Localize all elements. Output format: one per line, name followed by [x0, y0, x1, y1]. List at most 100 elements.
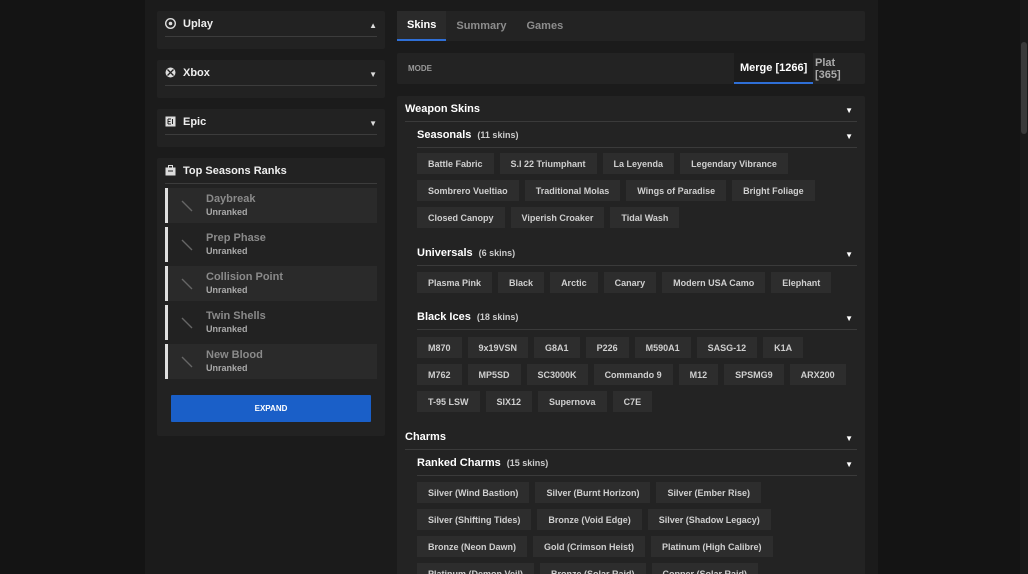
expand-button[interactable]: EXPAND: [171, 395, 371, 422]
skin-chip[interactable]: Plasma Pink: [417, 272, 493, 293]
seasonals-list: Battle Fabric S.I 22 Triumphant La Leyen…: [417, 153, 857, 234]
skin-chip[interactable]: Modern USA Camo: [662, 272, 766, 293]
skin-chip[interactable]: 9x19VSN: [467, 337, 529, 358]
universals-header[interactable]: Universals (6 skins) ▼: [417, 240, 857, 266]
mode-bar: MODE Merge [1266] Plat [365]: [397, 53, 865, 84]
season-rank: Unranked: [206, 206, 248, 217]
section-title: Charms: [405, 430, 446, 443]
charm-chip[interactable]: Silver (Ember Rise): [656, 482, 761, 503]
platform-epic[interactable]: Epic ▼: [157, 109, 385, 147]
platform-name: Uplay: [183, 17, 213, 30]
skin-chip[interactable]: ARX200: [789, 364, 846, 385]
group-title: Universals: [417, 246, 473, 259]
skin-chip[interactable]: Closed Canopy: [417, 207, 505, 228]
group-title: Black Ices: [417, 310, 471, 323]
chevron-down-icon[interactable]: ▼: [845, 132, 853, 141]
charm-chip[interactable]: Bronze (Neon Dawn): [417, 536, 528, 557]
charm-chip[interactable]: Silver (Shadow Legacy): [647, 509, 771, 530]
skin-chip[interactable]: Elephant: [771, 272, 832, 293]
skin-chip[interactable]: M590A1: [634, 337, 691, 358]
ranked-charms-list: Silver (Wind Bastion) Silver (Burnt Hori…: [417, 482, 857, 574]
charm-chip[interactable]: Bronze (Void Edge): [537, 509, 642, 530]
charm-chip[interactable]: Silver (Burnt Horizon): [535, 482, 651, 503]
ranks-icon: [165, 165, 176, 176]
skin-chip[interactable]: Canary: [603, 272, 657, 293]
skin-chip[interactable]: S.I 22 Triumphant: [499, 153, 597, 174]
skin-chip[interactable]: Sombrero Vueltiao: [417, 180, 519, 201]
chevron-up-icon[interactable]: ▲: [369, 21, 377, 30]
skin-chip[interactable]: SC3000K: [526, 364, 588, 385]
chevron-down-icon[interactable]: ▼: [369, 119, 377, 128]
chevron-down-icon[interactable]: ▼: [369, 70, 377, 79]
chevron-down-icon[interactable]: ▼: [845, 314, 853, 323]
season-name: Collision Point: [206, 270, 283, 283]
tab-summary[interactable]: Summary: [446, 11, 516, 41]
skin-chip[interactable]: MP5SD: [467, 364, 521, 385]
group-count: (18 skins): [476, 311, 519, 322]
season-rank: Unranked: [206, 362, 248, 373]
skin-chip[interactable]: Supernova: [538, 391, 607, 412]
skin-chip[interactable]: C7E: [612, 391, 653, 412]
skin-chip[interactable]: P226: [585, 337, 629, 358]
skin-chip[interactable]: K1A: [763, 337, 804, 358]
tab-games[interactable]: Games: [517, 11, 574, 41]
skin-chip[interactable]: SPSMG9: [724, 364, 784, 385]
black-ices-header[interactable]: Black Ices (18 skins) ▼: [417, 304, 857, 330]
skin-chip[interactable]: SASG-12: [696, 337, 758, 358]
skin-chip[interactable]: Battle Fabric: [417, 153, 494, 174]
charm-chip[interactable]: Gold (Crimson Heist): [533, 536, 646, 557]
chevron-down-icon[interactable]: ▼: [845, 460, 853, 469]
charm-chip[interactable]: Silver (Shifting Tides): [417, 509, 532, 530]
skin-chip[interactable]: Traditional Molas: [524, 180, 621, 201]
charm-chip[interactable]: Copper (Solar Raid): [651, 563, 759, 574]
ranked-charms-header[interactable]: Ranked Charms (15 skins) ▼: [417, 450, 857, 476]
skin-chip[interactable]: Black: [498, 272, 545, 293]
skin-chip[interactable]: SIX12: [485, 391, 533, 412]
scrollbar-thumb[interactable]: [1021, 42, 1027, 134]
season-rank: Unranked: [206, 284, 248, 295]
skin-chip[interactable]: Commando 9: [593, 364, 673, 385]
black-ices-list: M870 9x19VSN G8A1 P226 M590A1 SASG-12 K1…: [417, 337, 857, 418]
skin-chip[interactable]: M870: [417, 337, 462, 358]
skin-chip[interactable]: Viperish Croaker: [510, 207, 605, 228]
skins-panel: Weapon Skins ▼ Seasonals (11 skins) ▼ Ba…: [397, 96, 865, 574]
charm-chip[interactable]: Platinum (High Calibre): [651, 536, 773, 557]
skin-chip[interactable]: Bright Foliage: [732, 180, 815, 201]
unranked-icon: [181, 317, 193, 329]
left-column: Uplay ▲ Xbox ▼ Epic ▼ Top Seasons Ranks …: [157, 11, 385, 436]
charm-chip[interactable]: Bronze (Solar Raid): [540, 563, 646, 574]
skin-chip[interactable]: T-95 LSW: [417, 391, 480, 412]
charm-chip[interactable]: Silver (Wind Bastion): [417, 482, 530, 503]
group-count: (11 skins): [477, 129, 519, 140]
tab-bar: Skins Summary Games: [397, 11, 865, 41]
skin-chip[interactable]: Wings of Paradise: [626, 180, 727, 201]
mode-plat-button[interactable]: Plat [365]: [809, 53, 865, 84]
top-seasons-ranks-panel: Top Seasons Ranks Daybreak Unranked Prep …: [157, 158, 385, 436]
skin-chip[interactable]: M12: [678, 364, 719, 385]
skin-chip[interactable]: Legendary Vibrance: [680, 153, 788, 174]
seasonals-header[interactable]: Seasonals (11 skins) ▼: [417, 122, 857, 148]
xbox-icon: [165, 67, 176, 78]
skin-chip[interactable]: Arctic: [550, 272, 598, 293]
section-title: Weapon Skins: [405, 102, 480, 115]
skin-chip[interactable]: G8A1: [534, 337, 580, 358]
chevron-down-icon[interactable]: ▼: [845, 106, 853, 115]
weapon-skins-header[interactable]: Weapon Skins ▼: [405, 96, 857, 122]
season-rank: Unranked: [206, 323, 248, 334]
tab-skins[interactable]: Skins: [397, 11, 447, 41]
universals-list: Plasma Pink Black Arctic Canary Modern U…: [417, 272, 857, 299]
chevron-down-icon[interactable]: ▼: [845, 434, 853, 443]
chevron-down-icon[interactable]: ▼: [845, 250, 853, 259]
platform-uplay[interactable]: Uplay ▲: [157, 11, 385, 49]
charms-header[interactable]: Charms ▼: [405, 424, 857, 450]
mode-label: MODE: [408, 64, 432, 73]
skin-chip[interactable]: La Leyenda: [602, 153, 675, 174]
charm-chip[interactable]: Platinum (Demon Veil): [417, 563, 535, 574]
platform-xbox[interactable]: Xbox ▼: [157, 60, 385, 98]
skin-chip[interactable]: M762: [417, 364, 462, 385]
group-count: (15 skins): [506, 457, 549, 468]
season-name: Prep Phase: [206, 231, 266, 244]
skin-chip[interactable]: Tidal Wash: [610, 207, 680, 228]
mode-merge-button[interactable]: Merge [1266]: [734, 53, 814, 84]
group-count: (6 skins): [478, 247, 516, 258]
